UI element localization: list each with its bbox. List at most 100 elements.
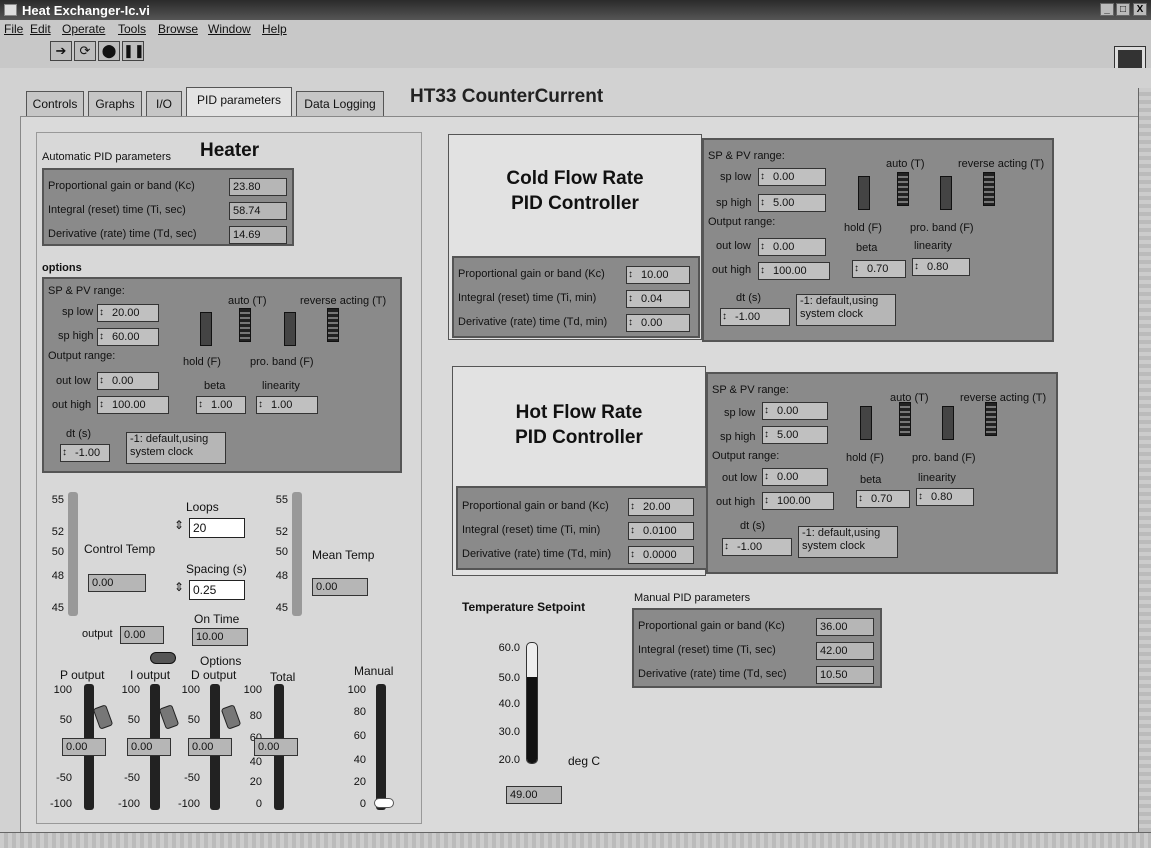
hot-sp-high-control[interactable]: 5.00 [762, 426, 828, 444]
tab-io[interactable]: I/O [146, 91, 182, 117]
hot-kc-control[interactable]: 20.00 [628, 498, 694, 516]
manual-slider-thumb[interactable] [374, 798, 394, 808]
vertical-scrollbar[interactable] [1138, 88, 1151, 832]
dt-note: -1: default,using system clock [126, 432, 226, 464]
cold-out-high-control[interactable]: 100.00 [758, 262, 830, 280]
pro-band-switch[interactable] [284, 312, 296, 346]
cold-beta-control[interactable]: 0.70 [852, 260, 906, 278]
auto-switch[interactable] [239, 308, 251, 342]
out-low-label: out low [56, 375, 91, 387]
close-button[interactable]: X [1133, 3, 1147, 16]
hot-pro-band-label: pro. band (F) [912, 452, 976, 464]
hot-beta-control[interactable]: 0.70 [856, 490, 910, 508]
cold-hold-switch[interactable] [858, 176, 870, 210]
hot-auto-switch[interactable] [899, 402, 911, 436]
cold-out-low-control[interactable]: 0.00 [758, 238, 826, 256]
hot-sp-low-control[interactable]: 0.00 [762, 402, 828, 420]
cold-sp-high-control[interactable]: 5.00 [758, 194, 826, 212]
cold-linearity-control[interactable]: 0.80 [912, 258, 970, 276]
options-toggle[interactable] [150, 652, 176, 664]
hot-td-label: Derivative (rate) time (Td, min) [462, 548, 612, 560]
hot-dt-control[interactable]: -1.00 [722, 538, 792, 556]
menu-operate[interactable]: Operate [62, 22, 105, 36]
spacing-stepper-icon[interactable]: ⇕ [174, 580, 184, 594]
setpoint-thermometer[interactable] [526, 642, 538, 764]
menu-edit[interactable]: Edit [30, 22, 51, 36]
pause-button[interactable]: ❚❚ [122, 41, 145, 61]
menu-help[interactable]: Help [262, 22, 287, 36]
control-temp-label: Control Temp [84, 542, 156, 556]
hot-sp-pv-label: SP & PV range: [712, 384, 789, 396]
hot-out-high-control[interactable]: 100.00 [762, 492, 834, 510]
cold-pro-band-switch[interactable] [940, 176, 952, 210]
reverse-acting-switch[interactable] [327, 308, 339, 342]
i-tick: -100 [117, 798, 140, 810]
ct-tick: 50 [51, 546, 64, 558]
cold-ti-control[interactable]: 0.04 [626, 290, 690, 308]
control-temp-slider[interactable] [68, 492, 78, 616]
spacing-input[interactable]: 0.25 [189, 580, 245, 600]
hot-reverse-switch[interactable] [985, 402, 997, 436]
dt-label: dt (s) [66, 428, 92, 440]
mt-tick: 55 [275, 494, 288, 506]
td-value: 14.69 [229, 226, 287, 244]
hot-pro-band-switch[interactable] [942, 406, 954, 440]
run-button[interactable]: ➔ [50, 41, 72, 61]
maximize-button[interactable]: □ [1116, 3, 1130, 16]
hot-hold-switch[interactable] [860, 406, 872, 440]
linearity-control[interactable]: 1.00 [256, 396, 318, 414]
menu-bar: File Edit Operate Tools Browse Window He… [0, 20, 1151, 38]
mt-tick: 48 [275, 570, 288, 582]
i-output-value: 0.00 [127, 738, 171, 756]
hot-linearity-control[interactable]: 0.80 [916, 488, 974, 506]
control-temp-value: 0.00 [88, 574, 146, 592]
loops-input[interactable]: 20 [189, 518, 245, 538]
menu-file[interactable]: File [4, 22, 23, 36]
total-tick: 0 [255, 798, 262, 810]
loops-stepper-icon[interactable]: ⇕ [174, 518, 184, 532]
hold-label: hold (F) [183, 356, 221, 368]
cold-auto-switch[interactable] [897, 172, 909, 206]
cold-sp-high-label: sp high [716, 197, 752, 209]
on-time-value: 10.00 [192, 628, 248, 646]
cold-title-line1: Cold Flow Rate [506, 168, 644, 189]
hot-out-low-control[interactable]: 0.00 [762, 468, 828, 486]
hot-td-control[interactable]: 0.0000 [628, 546, 694, 564]
hot-ti-control[interactable]: 0.0100 [628, 522, 694, 540]
d-tick: -100 [177, 798, 200, 810]
menu-tools[interactable]: Tools [118, 22, 146, 36]
beta-control[interactable]: 1.00 [196, 396, 246, 414]
abort-button[interactable]: ⬤ [98, 41, 120, 61]
out-low-control[interactable]: 0.00 [97, 372, 159, 390]
cold-kc-control[interactable]: 10.00 [626, 266, 690, 284]
horizontal-scrollbar[interactable] [0, 832, 1151, 848]
cold-reverse-switch[interactable] [983, 172, 995, 206]
mean-temp-slider[interactable] [292, 492, 302, 616]
sp-pv-label: SP & PV range: [48, 285, 125, 297]
minimize-button[interactable]: _ [1100, 3, 1114, 16]
sp-high-control[interactable]: 60.00 [97, 328, 159, 346]
dt-control[interactable]: -1.00 [60, 444, 110, 462]
cold-ti-label: Integral (reset) time (Ti, min) [458, 292, 597, 304]
tab-graphs[interactable]: Graphs [88, 91, 142, 117]
run-continuously-button[interactable]: ⟳ [74, 41, 96, 61]
cold-reverse-label: reverse acting (T) [958, 158, 1045, 170]
tab-data-logging[interactable]: Data Logging [296, 91, 384, 117]
hold-switch[interactable] [200, 312, 212, 346]
hot-dt-label: dt (s) [740, 520, 766, 532]
menu-window[interactable]: Window [208, 22, 251, 36]
mt-tick: 45 [275, 602, 288, 614]
setpoint-tick: 30.0 [498, 726, 520, 738]
manual-ti-label: Integral (reset) time (Ti, sec) [638, 644, 776, 656]
out-high-control[interactable]: 100.00 [97, 396, 169, 414]
heater-title: Heater [200, 140, 260, 161]
menu-browse[interactable]: Browse [158, 22, 198, 36]
setpoint-tick: 60.0 [498, 642, 520, 654]
sp-low-control[interactable]: 20.00 [97, 304, 159, 322]
tab-controls[interactable]: Controls [26, 91, 84, 117]
cold-dt-control[interactable]: -1.00 [720, 308, 790, 326]
cold-sp-low-control[interactable]: 0.00 [758, 168, 826, 186]
tab-pid-parameters[interactable]: PID parameters [186, 87, 292, 117]
cold-td-control[interactable]: 0.00 [626, 314, 690, 332]
manual-slider[interactable] [376, 684, 386, 810]
